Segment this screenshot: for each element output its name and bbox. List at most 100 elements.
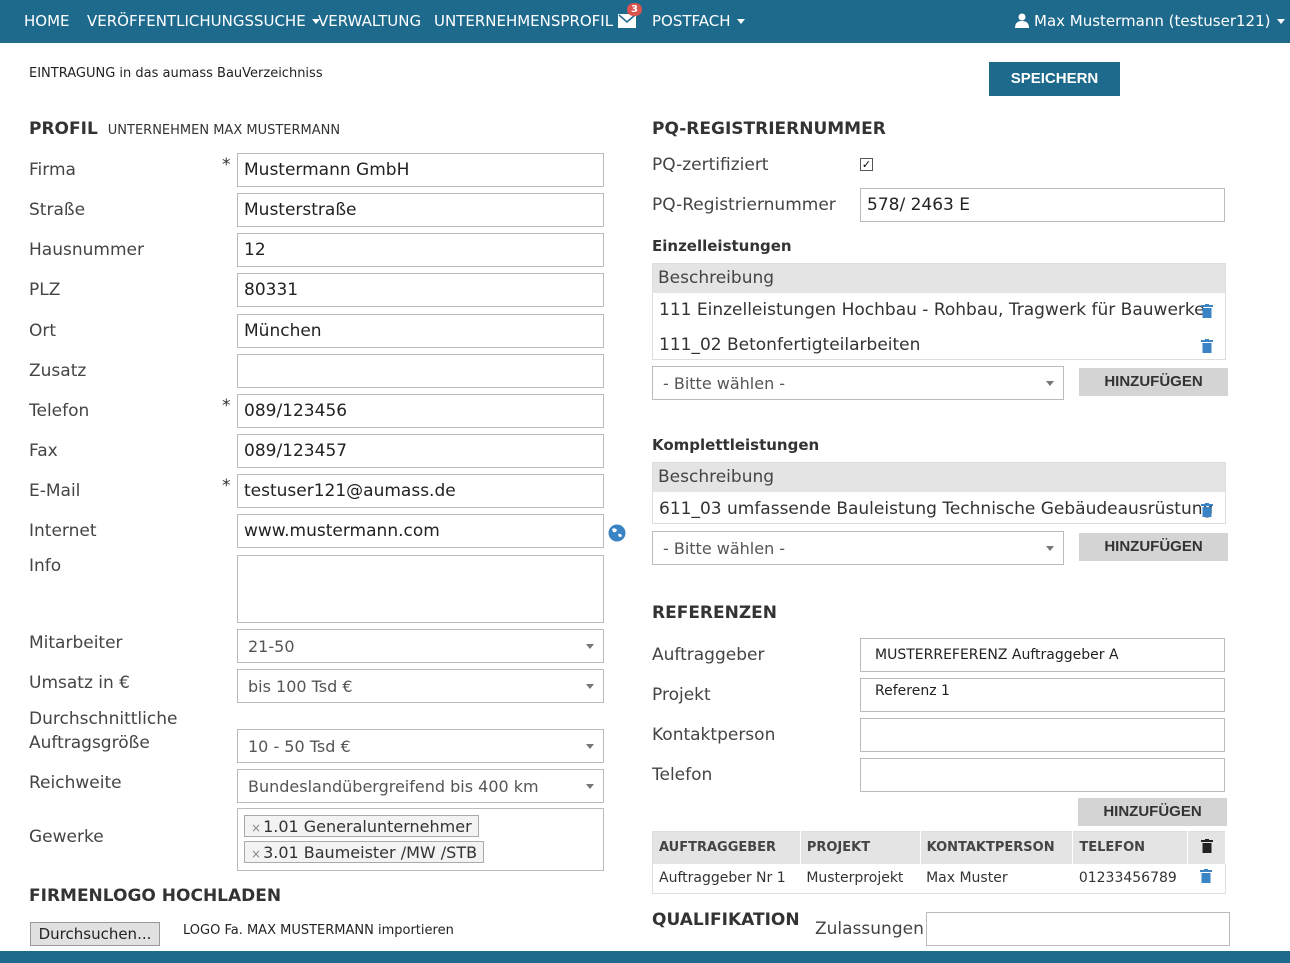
reichweite-select[interactable]: Bundeslandübergreifend bis 400 km <box>237 769 604 803</box>
top-navbar: HOME VERÖFFENTLICHUNGSSUCHE VERWALTUNG U… <box>0 0 1290 43</box>
chevron-down-icon <box>586 684 594 689</box>
pq-number-label: PQ-Registriernummer <box>652 195 836 215</box>
profile-section-title: PROFIL UNTERNEHMEN MAX MUSTERMANN <box>29 119 340 139</box>
gewerke-tag: × 3.01 Baumeister /MW /STB <box>244 841 485 863</box>
referenzen-table: AUFTRAGGEBER PROJEKT KONTAKTPERSON TELEF… <box>652 831 1226 894</box>
remove-tag-icon[interactable]: × <box>251 847 261 861</box>
delete-all-column[interactable] <box>1187 831 1226 864</box>
info-label: Info <box>29 556 62 576</box>
user-menu-dropdown[interactable]: Max Mustermann (testuser121) <box>1034 12 1285 30</box>
einzelleistungen-select-value: - Bitte wählen - <box>663 374 786 393</box>
komplettleistungen-table: Beschreibung 611_03 umfassende Bauleistu… <box>652 462 1226 524</box>
remove-tag-icon[interactable]: × <box>251 821 261 835</box>
nav-inbox-label: POSTFACH <box>652 12 731 30</box>
gewerke-multiselect[interactable]: × 1.01 Generalunternehmer × 3.01 Baumeiste… <box>237 808 604 871</box>
required-marker: * <box>222 476 231 496</box>
add-komplettleistung-button[interactable]: HINZUFÜGEN <box>1079 533 1228 561</box>
internet-input[interactable]: www.mustermann.com <box>237 514 604 548</box>
reichweite-value: Bundeslandübergreifend bis 400 km <box>248 777 539 796</box>
nav-inbox-dropdown[interactable]: POSTFACH <box>652 12 745 30</box>
fax-label: Fax <box>29 441 58 461</box>
trash-icon[interactable] <box>1200 869 1213 884</box>
required-marker: * <box>222 155 231 175</box>
mail-notification[interactable]: 3 <box>618 3 642 28</box>
projekt-input[interactable]: Referenz 1 <box>860 678 1225 712</box>
mitarbeiter-value: 21-50 <box>248 637 295 656</box>
strasse-label: Straße <box>29 200 86 220</box>
add-einzelleistung-button[interactable]: HINZUFÜGEN <box>1079 368 1228 396</box>
gewerke-tag: × 1.01 Generalunternehmer <box>244 815 479 837</box>
auftragsgroesse-value: 10 - 50 Tsd € <box>248 737 351 756</box>
einzelleistungen-select[interactable]: - Bitte wählen - <box>652 366 1064 400</box>
user-icon <box>1015 13 1029 32</box>
table-row: 611_03 umfassende Bauleistung Technische… <box>653 492 1225 527</box>
profile-company-name: UNTERNEHMEN MAX MUSTERMANN <box>107 123 341 138</box>
nav-home[interactable]: HOME <box>24 12 70 30</box>
telefon-label: Telefon <box>29 401 90 421</box>
zusatz-label: Zusatz <box>29 361 87 381</box>
trash-icon[interactable] <box>1201 303 1213 323</box>
mail-count-badge: 3 <box>627 3 642 16</box>
auftragsgroesse-select[interactable]: 10 - 50 Tsd € <box>237 729 604 763</box>
firma-input[interactable]: Mustermann GmbH <box>237 153 604 187</box>
ref-telefon-input[interactable] <box>860 758 1225 792</box>
plz-label: PLZ <box>29 280 61 300</box>
trash-icon[interactable] <box>1201 338 1213 358</box>
umsatz-value: bis 100 Tsd € <box>248 677 353 696</box>
save-button[interactable]: SPEICHERN <box>989 62 1120 96</box>
kontaktperson-input[interactable] <box>860 718 1225 752</box>
komplettleistungen-select-value: - Bitte wählen - <box>663 539 786 558</box>
firma-label: Firma <box>29 160 76 180</box>
telefon-input[interactable]: 089/123456 <box>237 394 604 428</box>
trash-icon[interactable] <box>1201 502 1213 522</box>
hausnummer-input[interactable]: 12 <box>237 233 604 267</box>
fax-input[interactable]: 089/123457 <box>237 434 604 468</box>
chevron-down-icon <box>1046 546 1054 551</box>
mitarbeiter-label: Mitarbeiter <box>29 633 123 653</box>
profile-title: PROFIL <box>29 119 98 139</box>
pq-certified-label: PQ-zertifiziert <box>652 155 769 175</box>
reichweite-label: Reichweite <box>29 773 122 793</box>
browse-button[interactable]: Durchsuchen... <box>30 922 160 946</box>
auftraggeber-input[interactable]: MUSTERREFERENZ Auftraggeber A <box>860 638 1225 672</box>
umsatz-select[interactable]: bis 100 Tsd € <box>237 669 604 703</box>
pq-certified-checkbox[interactable]: ✓ <box>860 158 873 171</box>
ort-input[interactable]: München <box>237 314 604 348</box>
caret-down-icon <box>736 19 745 24</box>
table-header-row: AUFTRAGGEBER PROJEKT KONTAKTPERSON TELEF… <box>652 831 1226 864</box>
ort-label: Ort <box>29 321 57 341</box>
chevron-down-icon <box>586 744 594 749</box>
auftragsgroesse-label-line2: Auftragsgröße <box>29 733 150 753</box>
info-textarea[interactable] <box>237 555 604 623</box>
email-input[interactable]: testuser121@aumass.de <box>237 474 604 508</box>
nav-search-label: VERÖFFENTLICHUNGSSUCHE <box>87 12 306 30</box>
mitarbeiter-select[interactable]: 21-50 <box>237 629 604 663</box>
table-header: Beschreibung <box>653 264 1225 293</box>
zusatz-input[interactable] <box>237 354 604 388</box>
chevron-down-icon <box>586 644 594 649</box>
pq-number-input[interactable]: 578/ 2463 E <box>860 188 1225 222</box>
zulassungen-input[interactable] <box>926 912 1230 946</box>
globe-icon[interactable] <box>608 524 626 542</box>
auftragsgroesse-label-line1: Durchschnittliche <box>29 709 178 729</box>
hausnummer-label: Hausnummer <box>29 240 144 260</box>
nav-admin[interactable]: VERWALTUNG <box>318 12 421 30</box>
col-header-auftraggeber: AUFTRAGGEBER <box>652 831 801 864</box>
internet-label: Internet <box>29 521 97 541</box>
komplettleistungen-select[interactable]: - Bitte wählen - <box>652 531 1064 565</box>
gewerke-label: Gewerke <box>29 827 104 847</box>
nav-search-dropdown[interactable]: VERÖFFENTLICHUNGSSUCHE <box>87 12 320 30</box>
nav-company-profile[interactable]: UNTERNEHMENSPROFIL <box>434 12 613 30</box>
trash-icon[interactable] <box>1200 838 1213 853</box>
row-description: 111 Einzelleistungen Hochbau - Rohbau, T… <box>659 300 1205 320</box>
logo-upload-title: FIRMENLOGO HOCHLADEN <box>29 886 282 906</box>
plz-input[interactable]: 80331 <box>237 273 604 307</box>
gewerke-tag-label: 3.01 Baumeister /MW /STB <box>263 843 478 862</box>
referenzen-title: REFERENZEN <box>652 603 778 623</box>
kontaktperson-label: Kontaktperson <box>652 725 776 745</box>
registration-note: EINTRAGUNG in das aumass BauVerzeichniss <box>29 66 323 81</box>
row-description: 111_02 Betonfertigteilarbeiten <box>659 335 921 355</box>
chevron-down-icon <box>586 784 594 789</box>
add-referenz-button[interactable]: HINZUFÜGEN <box>1078 798 1227 826</box>
strasse-input[interactable]: Musterstraße <box>237 193 604 227</box>
